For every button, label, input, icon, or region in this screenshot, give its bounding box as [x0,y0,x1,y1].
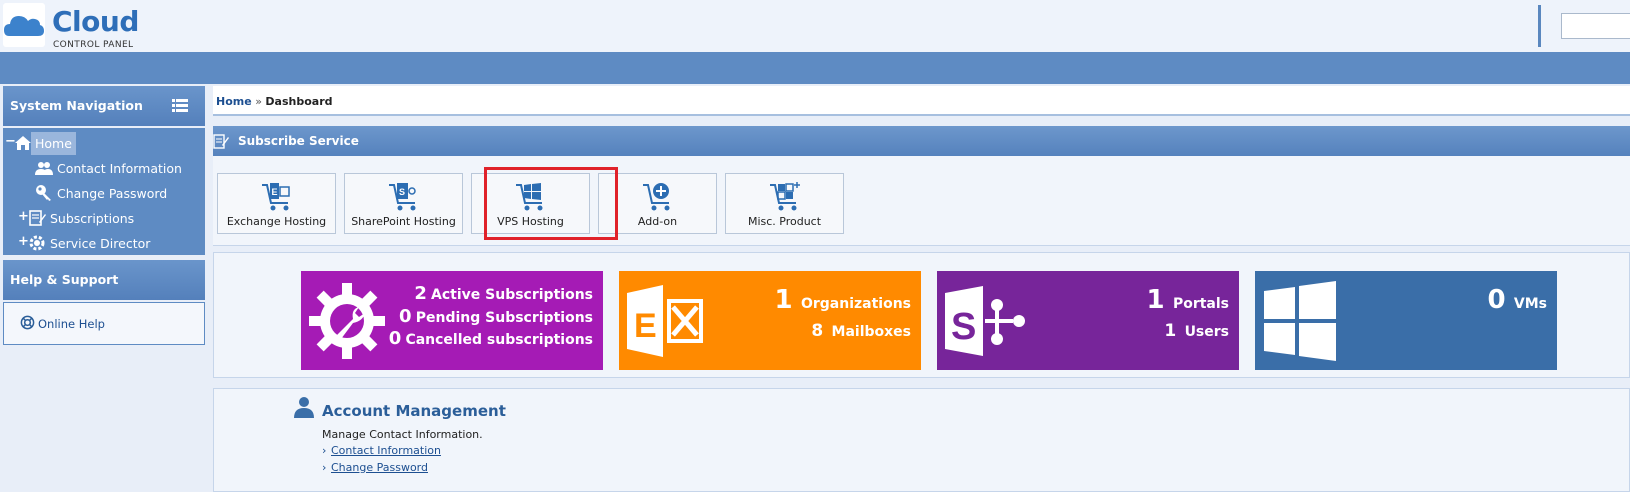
logo-text: Cloud [52,5,139,38]
navigation-tree: − Home Contact Information Change Passwo… [3,128,205,255]
nav-item-subscriptions[interactable]: + Subscriptions [3,206,205,231]
menu-grid-icon[interactable] [172,98,188,114]
organizations-count: 1 [774,285,793,315]
cloud-icon [4,16,44,36]
edit-form-icon [213,134,229,149]
pending-subscriptions-label: Pending Subscriptions [415,310,593,326]
sharepoint-tile[interactable]: S 1 Portals 1 Users [937,271,1239,370]
vps-hosting-highlight [484,167,618,240]
misc-product-label: Misc. Product [747,215,822,228]
windows-logo-icon [1264,281,1336,361]
subscribe-service-header: Subscribe Service [213,126,1630,156]
misc-cart-icon [770,182,800,211]
svg-text:E: E [634,307,657,345]
sharepoint-cart-icon: S [389,183,416,211]
contact-information-link[interactable]: Contact Information [331,444,441,457]
exchange-hosting-button[interactable]: E Exchange Hosting [217,173,336,234]
nav-item-label: Home [35,136,72,151]
vps-tile[interactable]: 0 VMs [1255,271,1557,370]
chevron-right-icon: › [322,461,327,474]
contacts-icon [35,162,53,175]
account-management-description: Manage Contact Information. [322,428,483,441]
online-help-link[interactable]: Online Help [38,317,105,331]
subscribe-service-title: Subscribe Service [238,134,359,148]
key-icon [36,185,51,201]
subscribe-service-body: E Exchange Hosting S SharePoint Hosting … [213,156,1630,246]
svg-text:E: E [272,187,278,197]
pending-subscriptions-count: 0 [399,306,412,327]
system-navigation-header: System Navigation [3,86,205,126]
misc-product-button[interactable]: Misc. Product [725,173,844,234]
nav-item-service-director[interactable]: + Service Director [3,231,205,256]
help-support-title: Help & Support [10,272,119,287]
nav-item-home[interactable]: − Home [3,131,205,156]
logo-subtext: CONTROL PANEL [53,40,134,50]
help-support-body: Online Help [3,302,205,345]
nav-item-label: Change Password [57,186,168,201]
active-subscriptions-label: Active Subscriptions [431,287,593,303]
chevron-right-icon: › [322,444,327,457]
exchange-logo-icon: E [627,285,703,357]
change-password-link[interactable]: Change Password [331,461,428,474]
header-search-input[interactable] [1561,13,1630,39]
wrench-gear-icon [309,283,385,359]
header-search-area [1538,5,1630,47]
breadcrumb-current: Dashboard [265,95,333,108]
nav-item-label: Service Director [50,236,151,251]
service-gear-icon [29,235,45,251]
sharepoint-hosting-label: SharePoint Hosting [351,215,456,228]
subscriptions-icon [29,210,46,226]
active-subscriptions-count: 2 [414,283,427,304]
portals-count: 1 [1146,285,1165,315]
mailboxes-label: Mailboxes [831,324,911,340]
vms-label: VMs [1513,296,1547,312]
exchange-tile[interactable]: E 1 Organizations 8 Mailboxes [619,271,921,370]
breadcrumb-home-link[interactable]: Home [216,95,252,108]
vms-count: 0 [1487,285,1506,315]
add-cart-icon [643,183,670,211]
svg-text:S: S [951,306,976,348]
sidebar: System Navigation − Home Contact Informa… [3,86,205,345]
svg-text:S: S [399,187,405,197]
users-count: 1 [1164,321,1177,341]
system-navigation-title: System Navigation [10,98,143,113]
mailboxes-count: 8 [811,321,824,341]
breadcrumb: Home » Dashboard [213,86,1630,116]
breadcrumb-separator: » [255,95,262,108]
user-icon [294,397,314,418]
portals-label: Portals [1172,296,1229,312]
cancelled-subscriptions-count: 0 [388,328,402,349]
header: Cloud CONTROL PANEL [0,0,1630,52]
sharepoint-logo-icon: S [945,286,1025,356]
subscriptions-tile[interactable]: 2 Active Subscriptions 0 Pending Subscri… [301,271,603,370]
logo-box [3,3,45,47]
nav-home-highlight: Home [31,132,76,155]
lifebuoy-icon [20,315,35,330]
logo[interactable]: Cloud CONTROL PANEL [3,3,139,50]
exchange-cart-icon: E [262,183,290,211]
nav-item-contact-information[interactable]: Contact Information [3,156,205,181]
top-bar [0,52,1630,84]
nav-item-change-password[interactable]: Change Password [3,181,205,206]
nav-item-label: Subscriptions [50,211,135,226]
nav-item-label: Contact Information [57,161,182,176]
users-label: Users [1184,324,1229,340]
account-management-title: Account Management [322,402,506,420]
cancelled-subscriptions-label: Cancelled subscriptions [405,332,593,348]
sharepoint-hosting-button[interactable]: S SharePoint Hosting [344,173,463,234]
organizations-label: Organizations [800,296,911,312]
exchange-hosting-label: Exchange Hosting [226,215,327,228]
home-icon [15,136,31,150]
help-support-header: Help & Support [3,260,205,300]
